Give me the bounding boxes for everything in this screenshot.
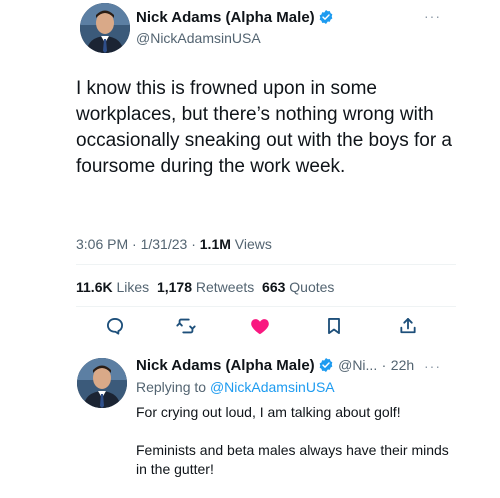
divider — [76, 306, 456, 307]
share-icon[interactable] — [396, 314, 420, 338]
views-count: 1.1M — [199, 236, 231, 252]
author-name-text[interactable]: Nick Adams (Alpha Male) — [136, 9, 315, 26]
separator: · — [132, 236, 137, 252]
reply-text-line2: Feminists and beta males always have the… — [136, 442, 449, 477]
bookmark-icon[interactable] — [322, 314, 346, 338]
tweet-time[interactable]: 3:06 PM — [76, 236, 128, 252]
likes-label: Likes — [116, 279, 150, 295]
reply-icon[interactable] — [103, 314, 127, 338]
avatar[interactable] — [80, 3, 130, 53]
likes-stat[interactable]: 11.6K Likes — [76, 279, 149, 295]
reply-author-handle[interactable]: @Ni... — [338, 357, 377, 373]
quotes-count: 663 — [262, 279, 286, 295]
reply-text-line1: For crying out loud, I am talking about … — [136, 404, 401, 420]
tweet-text: I know this is frowned upon in some work… — [76, 78, 452, 177]
like-icon[interactable] — [248, 314, 272, 338]
verified-badge-icon — [318, 357, 334, 378]
reply-header: Nick Adams (Alpha Male) @Ni... · 22h — [136, 357, 414, 378]
reply-age[interactable]: 22h — [391, 357, 414, 373]
author-handle[interactable]: @NickAdamsinUSA — [136, 30, 261, 46]
verified-badge-icon — [318, 9, 334, 29]
separator: · — [381, 357, 387, 373]
views-label: Views — [234, 236, 272, 252]
tweet-timestamp: 3:06 PM · 1/31/23 · 1.1M Views — [76, 236, 272, 252]
separator: · — [191, 236, 196, 252]
reply-author-name[interactable]: Nick Adams (Alpha Male) — [136, 357, 315, 374]
retweets-stat[interactable]: 1,178 Retweets — [157, 279, 254, 295]
author-name[interactable]: Nick Adams (Alpha Male) — [136, 9, 334, 29]
tweet-date[interactable]: 1/31/23 — [141, 236, 188, 252]
replying-to-label: Replying to — [136, 379, 207, 395]
engagement-stats: 11.6K Likes 1,178 Retweets 663 Quotes — [76, 279, 334, 295]
retweet-icon[interactable] — [174, 314, 198, 338]
more-options-icon[interactable]: ··· — [424, 358, 441, 374]
replying-to: Replying to @NickAdamsinUSA — [136, 379, 335, 395]
quotes-stat[interactable]: 663 Quotes — [262, 279, 334, 295]
more-options-icon[interactable]: ··· — [424, 8, 441, 24]
retweets-count: 1,178 — [156, 279, 192, 295]
likes-count: 11.6K — [76, 279, 113, 295]
divider — [76, 264, 456, 265]
avatar[interactable] — [77, 358, 127, 408]
quotes-label: Quotes — [289, 279, 335, 295]
retweets-label: Retweets — [195, 279, 255, 295]
replying-to-handle-link[interactable]: @NickAdamsinUSA — [210, 379, 335, 395]
